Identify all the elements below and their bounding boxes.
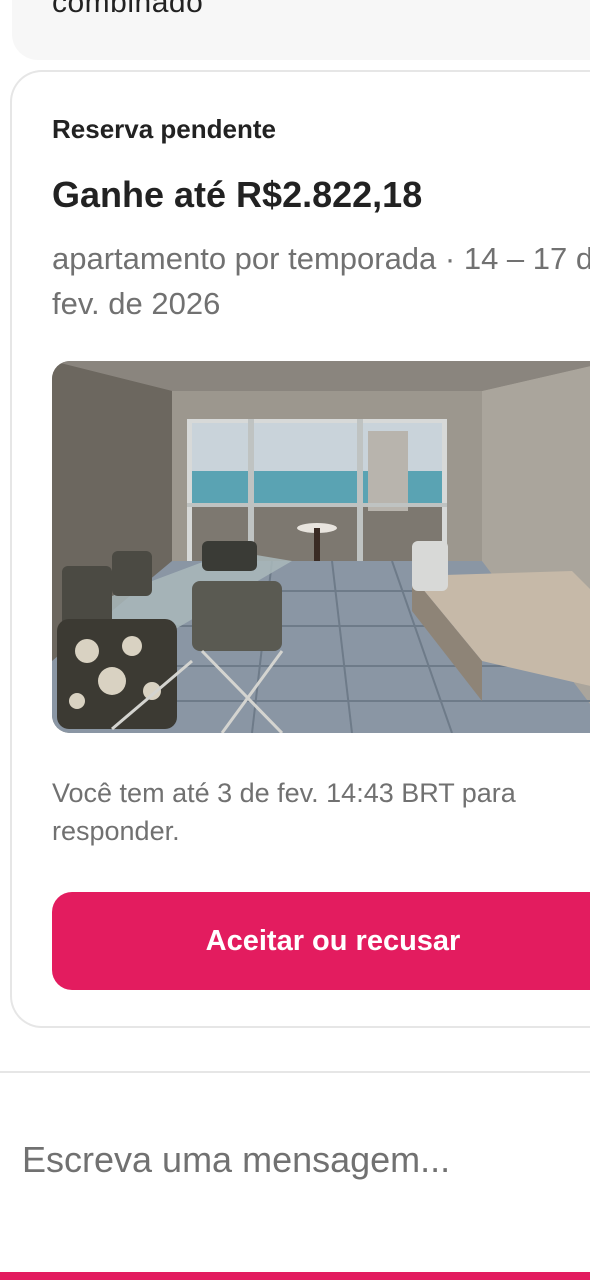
listing-dates-subtitle: apartamento por temporada · 14 – 17 de f… xyxy=(52,241,590,321)
previous-message-text: combinado xyxy=(52,0,204,19)
composer-divider xyxy=(0,1071,590,1073)
response-deadline-text: Você tem até 3 de fev. 14:43 BRT para re… xyxy=(52,778,516,846)
bottom-accent-bar xyxy=(0,1272,590,1280)
message-input[interactable] xyxy=(22,1130,572,1190)
accept-or-decline-button[interactable]: Aceitar ou recusar xyxy=(52,892,590,990)
reservation-message-screen: combinado Reserva pendente Ganhe até R$2… xyxy=(0,0,590,1280)
previous-message-card: combinado xyxy=(12,0,590,60)
earnings-title: Ganhe até R$2.822,18 xyxy=(52,174,423,215)
reservation-status-label: Reserva pendente xyxy=(52,114,276,144)
listing-photo[interactable] xyxy=(52,361,590,733)
accept-or-decline-label: Aceitar ou recusar xyxy=(205,925,461,957)
